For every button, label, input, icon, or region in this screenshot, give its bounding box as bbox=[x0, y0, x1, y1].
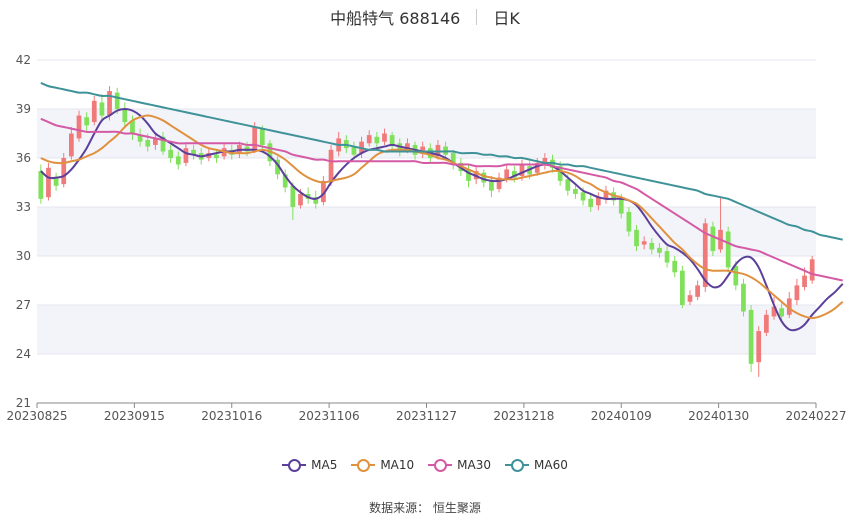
candle-body bbox=[779, 308, 784, 317]
candle-body bbox=[710, 226, 716, 252]
candle-body bbox=[565, 179, 571, 191]
candle-body bbox=[763, 314, 769, 333]
legend-swatch-ma30 bbox=[428, 458, 453, 472]
candle-body bbox=[794, 285, 800, 301]
candle-body bbox=[573, 189, 578, 194]
legend-label-ma30: MA30 bbox=[457, 458, 492, 472]
x-tick-label: 20240227 bbox=[785, 409, 846, 423]
candle-body bbox=[802, 275, 807, 288]
legend-label-ma60: MA60 bbox=[534, 458, 568, 472]
candle-body bbox=[122, 109, 128, 123]
x-tick-label: 20231127 bbox=[396, 409, 457, 423]
data-source: 数据来源： 恒生聚源 bbox=[369, 501, 481, 515]
legend-item-ma30[interactable]: MA30 bbox=[428, 458, 491, 472]
legend-dot-ma30 bbox=[434, 459, 448, 472]
candlestick-chart[interactable]: 21 24 27 30 33 36 39 42 20230825 20230915 2023101… bbox=[0, 0, 850, 517]
candle-body bbox=[687, 295, 693, 302]
grid-band bbox=[37, 207, 816, 256]
candle-body bbox=[741, 283, 746, 312]
candle-body bbox=[588, 198, 594, 207]
legend-item-ma10[interactable]: MA10 bbox=[351, 458, 414, 472]
candle-body bbox=[725, 231, 731, 268]
legend: MA5 MA10 MA30 MA60 bbox=[0, 458, 850, 472]
x-tick-label: 20240130 bbox=[688, 409, 749, 423]
candle-body bbox=[84, 117, 90, 126]
candle-body bbox=[672, 260, 678, 273]
grid-band bbox=[37, 305, 816, 354]
x-tick-label: 20230825 bbox=[6, 409, 67, 423]
candle-body bbox=[252, 126, 258, 150]
candle-body bbox=[580, 192, 586, 201]
candle-body bbox=[641, 241, 647, 245]
y-axis-ticks: 21 24 27 30 33 36 39 42 bbox=[16, 53, 31, 410]
candle-body bbox=[38, 171, 44, 199]
y-tick-label: 42 bbox=[16, 53, 31, 67]
grid-bands bbox=[37, 109, 816, 354]
candle-body bbox=[618, 198, 624, 214]
x-tick-label: 20231016 bbox=[201, 409, 262, 423]
x-axis: 20230825 20230915 20231016 20231106 20231127… bbox=[6, 402, 847, 423]
candle-body bbox=[46, 167, 51, 198]
candle-body bbox=[756, 331, 762, 363]
candle-body bbox=[366, 135, 372, 144]
candle-body bbox=[76, 115, 82, 139]
legend-swatch-ma5 bbox=[282, 458, 307, 472]
legend-swatch-ma10 bbox=[351, 458, 376, 472]
x-tick-label: 20231218 bbox=[493, 409, 554, 423]
legend-label-ma5: MA5 bbox=[311, 458, 338, 472]
candle-body bbox=[748, 309, 754, 364]
y-tick-label: 30 bbox=[16, 249, 31, 263]
x-tick-label: 20230915 bbox=[104, 409, 165, 423]
candle-body bbox=[328, 149, 334, 183]
legend-dot-ma5 bbox=[288, 459, 302, 472]
candle-body bbox=[733, 265, 739, 286]
candle-body bbox=[214, 154, 219, 158]
candle-body bbox=[298, 193, 303, 206]
candle-body bbox=[114, 92, 120, 109]
y-tick-label: 27 bbox=[16, 298, 31, 312]
legend-item-ma5[interactable]: MA5 bbox=[282, 458, 337, 472]
legend-dot-ma10 bbox=[357, 459, 371, 472]
candle-body bbox=[695, 285, 700, 297]
y-tick-label: 21 bbox=[16, 396, 31, 410]
legend-item-ma60[interactable]: MA60 bbox=[505, 458, 568, 472]
candle-body bbox=[175, 156, 181, 165]
candle-body bbox=[626, 211, 632, 232]
legend-swatch-ma60 bbox=[505, 458, 530, 472]
candle-body bbox=[99, 102, 105, 116]
candle-body bbox=[389, 135, 395, 145]
candle-body bbox=[168, 149, 174, 158]
candle-body bbox=[634, 229, 639, 247]
candle-body bbox=[290, 185, 296, 207]
candle-body bbox=[382, 133, 387, 142]
candle-body bbox=[649, 242, 655, 250]
y-tick-label: 33 bbox=[16, 200, 31, 214]
y-tick-label: 24 bbox=[16, 347, 31, 361]
y-tick-label: 39 bbox=[16, 102, 31, 116]
candle-body bbox=[489, 180, 494, 191]
candle-body bbox=[145, 140, 151, 147]
x-tick-label: 20231106 bbox=[299, 409, 360, 423]
candle-body bbox=[664, 251, 670, 263]
x-tick-label: 20240109 bbox=[591, 409, 652, 423]
candle-body bbox=[91, 100, 97, 123]
candle-body bbox=[657, 247, 662, 253]
candle-body bbox=[107, 91, 112, 116]
candle-body bbox=[183, 148, 189, 163]
candle-body bbox=[374, 136, 380, 144]
legend-dot-ma60 bbox=[511, 459, 525, 472]
candle-body bbox=[679, 270, 685, 305]
candle-body bbox=[809, 259, 815, 281]
candle-body bbox=[259, 128, 265, 145]
legend-label-ma10: MA10 bbox=[380, 458, 415, 472]
candle-body bbox=[69, 133, 74, 157]
y-tick-label: 36 bbox=[16, 151, 31, 165]
